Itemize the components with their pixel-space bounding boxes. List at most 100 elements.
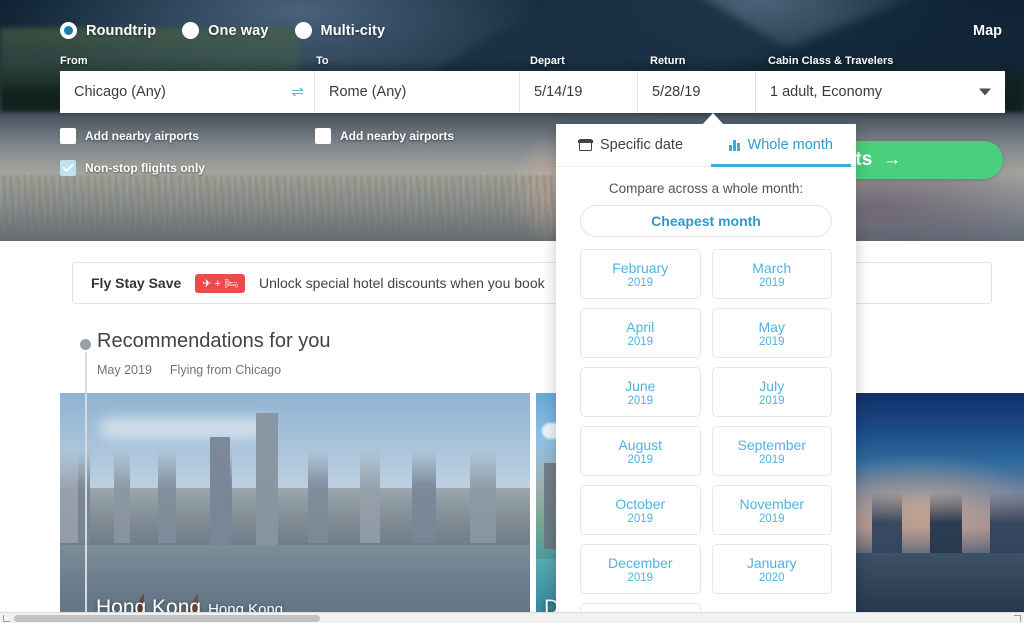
chevron-down-icon[interactable]	[979, 88, 991, 96]
trip-type-roundtrip[interactable]: Roundtrip	[60, 22, 156, 39]
timeline-dot-icon	[80, 339, 91, 350]
trip-type-group: Roundtrip One way Multi-city	[60, 22, 385, 39]
swap-horizontal-icon[interactable]: ⇌	[291, 85, 304, 100]
recommendations-month: May 2019	[97, 363, 152, 377]
card-skyline	[60, 445, 530, 543]
label-from: From	[60, 55, 88, 67]
to-nearby-label: Add nearby airports	[340, 129, 455, 143]
promo-description: Unlock special hotel discounts when you …	[259, 275, 545, 291]
month-option-november-2019[interactable]: November 2019	[711, 485, 832, 535]
return-date-input[interactable]: 5/28/19	[638, 71, 756, 113]
label-cabin: Cabin Class & Travelers	[768, 55, 894, 67]
label-to: To	[316, 55, 329, 67]
dropdown-tab-bar: Specific date Whole month	[556, 124, 856, 167]
tab-specific-date[interactable]: Specific date	[556, 124, 706, 166]
to-nearby-airports-option[interactable]: Add nearby airports	[315, 128, 454, 144]
horizontal-scrollbar[interactable]	[0, 612, 1024, 623]
month-name: June	[625, 377, 656, 394]
trip-type-label: One way	[208, 22, 269, 39]
from-nearby-airports-option[interactable]: Add nearby airports	[60, 128, 199, 144]
destination-card-hong-kong[interactable]: Hong Kong Hong Kong	[60, 393, 530, 623]
depart-value: 5/14/19	[534, 84, 583, 100]
cabin-travelers-select[interactable]: 1 adult, Economy	[756, 71, 1005, 113]
month-year: 2019	[758, 453, 785, 466]
month-name: February	[612, 259, 669, 276]
month-name: September	[737, 436, 806, 453]
month-year: 2019	[627, 571, 654, 584]
checkbox-icon-non-stop[interactable]	[60, 160, 76, 176]
cheapest-month-label: Cheapest month	[651, 213, 761, 229]
month-grid: February 2019 March 2019 April 2019 May …	[556, 237, 856, 623]
map-link[interactable]: Map	[973, 23, 1002, 39]
to-input[interactable]: Rome (Any)	[315, 71, 520, 113]
cabin-value: 1 adult, Economy	[770, 84, 883, 100]
month-option-december-2019[interactable]: December 2019	[580, 544, 701, 594]
month-option-march-2019[interactable]: March 2019	[711, 249, 832, 299]
radio-icon-roundtrip[interactable]	[60, 22, 77, 39]
month-year: 2019	[758, 335, 785, 348]
month-name: November	[739, 495, 805, 512]
bar-chart-icon	[729, 139, 740, 151]
month-option-august-2019[interactable]: August 2019	[580, 426, 701, 476]
from-input[interactable]: Chicago (Any) ⇌	[60, 71, 315, 113]
recommendations-subtitle: May 2019 Flying from Chicago	[97, 363, 281, 377]
from-value: Chicago (Any)	[74, 84, 166, 100]
checkbox-icon-to-nearby[interactable]	[315, 128, 331, 144]
month-year: 2019	[627, 394, 654, 407]
destination-card-list: Hong Kong Hong Kong Di re Singapore	[60, 393, 1024, 623]
month-option-february-2019[interactable]: February 2019	[580, 249, 701, 299]
month-option-april-2019[interactable]: April 2019	[580, 308, 701, 358]
month-year: 2020	[758, 571, 785, 584]
month-name: December	[607, 554, 673, 571]
field-label-row: From To Depart Return Cabin Class & Trav…	[0, 55, 1024, 69]
month-name: March	[752, 259, 792, 276]
month-name: April	[626, 318, 655, 335]
dropdown-pointer	[702, 113, 724, 125]
dropdown-title: Compare across a whole month:	[608, 181, 804, 196]
to-value: Rome (Any)	[329, 84, 407, 100]
month-year: 2019	[758, 276, 785, 289]
month-year: 2019	[627, 453, 654, 466]
depart-date-input[interactable]: 5/14/19	[520, 71, 638, 113]
calendar-icon	[578, 139, 593, 151]
trip-type-one-way[interactable]: One way	[182, 22, 268, 39]
card-tower-secondary	[210, 437, 230, 545]
scroll-left-arrow-icon[interactable]	[3, 615, 10, 622]
radio-icon-multi-city[interactable]	[294, 22, 312, 39]
month-name: May	[758, 318, 785, 335]
month-year: 2019	[758, 394, 785, 407]
month-option-july-2019[interactable]: July 2019	[711, 367, 832, 417]
arrow-right-icon: →	[882, 149, 902, 170]
date-mode-dropdown: Specific date Whole month Compare across…	[556, 124, 856, 623]
scrollbar-thumb[interactable]	[14, 615, 320, 622]
scroll-right-arrow-icon[interactable]	[1014, 615, 1021, 622]
radio-icon-one-way[interactable]	[182, 22, 200, 39]
from-nearby-label: Add nearby airports	[85, 129, 200, 143]
non-stop-flights-option[interactable]: Non-stop flights only	[60, 160, 205, 176]
month-name: August	[618, 436, 663, 453]
month-year: 2019	[627, 512, 654, 525]
promo-badge-text: ✈ + 🛏	[202, 277, 238, 290]
flight-search-bar: Chicago (Any) ⇌ Rome (Any) 5/14/19 5/28/…	[60, 71, 1005, 113]
promo-title: Fly Stay Save	[91, 275, 182, 291]
month-option-may-2019[interactable]: May 2019	[711, 308, 832, 358]
cheapest-month-button[interactable]: Cheapest month	[580, 205, 832, 237]
page-title: Recommendations for you	[97, 330, 331, 352]
month-option-september-2019[interactable]: September 2019	[711, 426, 832, 476]
trip-type-label: Multi-city	[320, 22, 386, 39]
tab-whole-month[interactable]: Whole month	[706, 124, 856, 167]
trip-type-multi-city[interactable]: Multi-city	[294, 22, 386, 39]
label-depart: Depart	[530, 55, 565, 67]
month-option-june-2019[interactable]: June 2019	[580, 367, 701, 417]
month-name: July	[759, 377, 785, 394]
tab-label: Specific date	[599, 137, 684, 153]
month-option-january-2020[interactable]: January 2020	[711, 544, 832, 594]
tab-label: Whole month	[747, 137, 833, 153]
month-option-october-2019[interactable]: October 2019	[580, 485, 701, 535]
timeline-line	[84, 352, 87, 623]
page-root: Map Roundtrip One way Multi-city From To…	[0, 0, 1024, 623]
checkbox-icon-from-nearby[interactable]	[60, 128, 76, 144]
month-year: 2019	[627, 335, 654, 348]
month-name: October	[615, 495, 666, 512]
month-year: 2019	[627, 276, 654, 289]
